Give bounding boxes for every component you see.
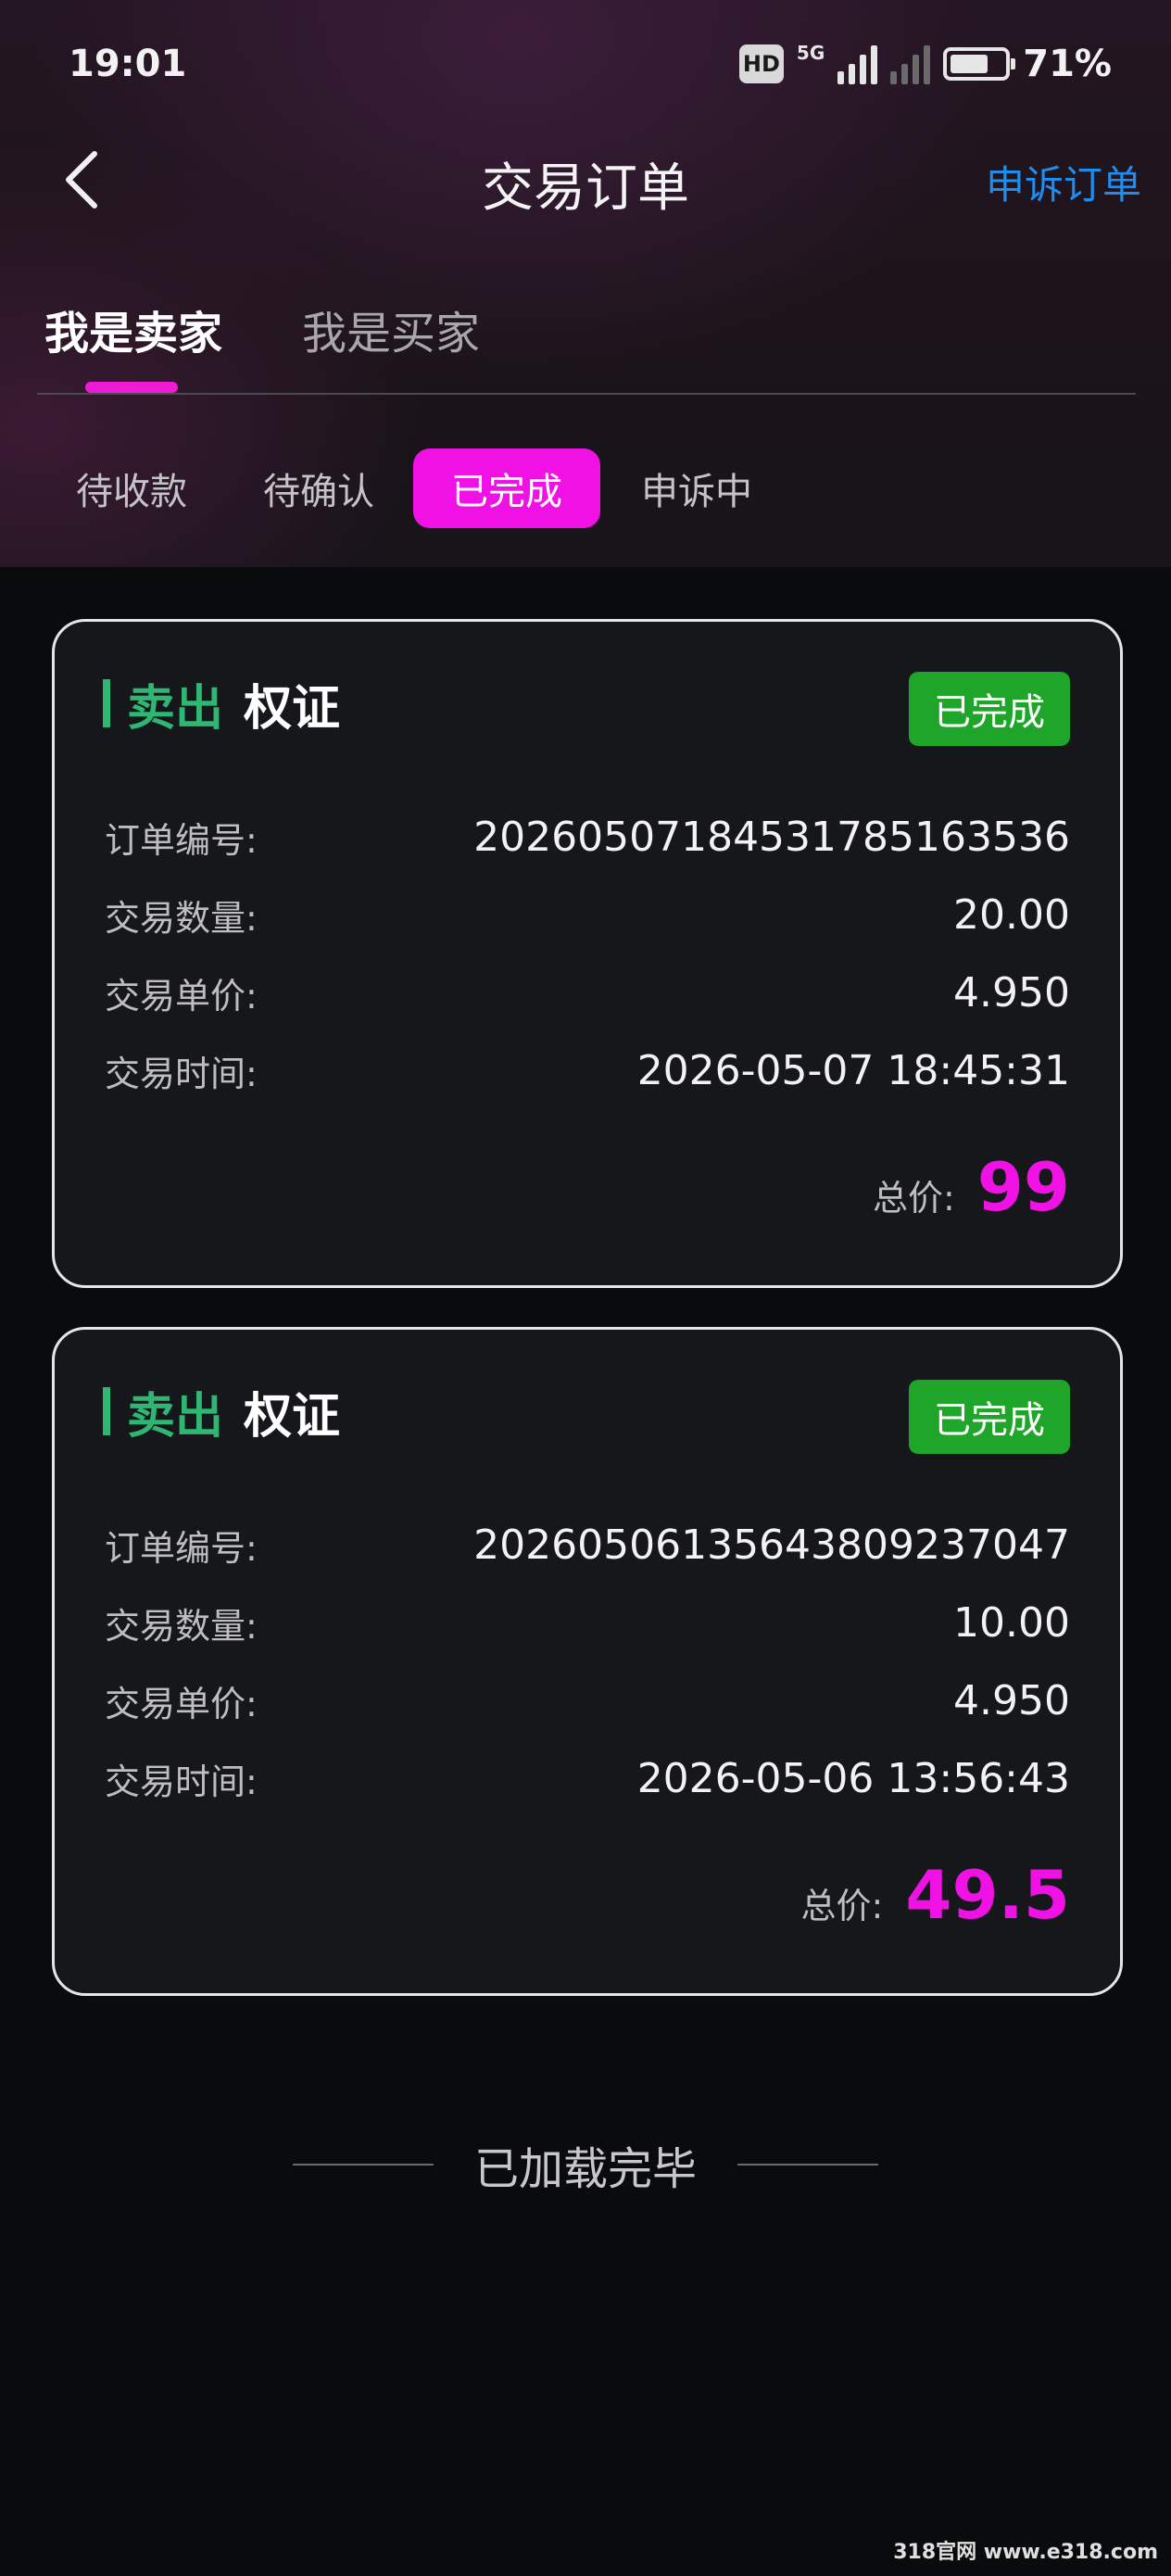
- order-no-value: 20260507184531785163536: [473, 813, 1070, 861]
- total-price: 总价: 99: [873, 1148, 1070, 1226]
- battery-percent: 71%: [1023, 43, 1112, 85]
- status-badge: 已完成: [909, 672, 1070, 746]
- tab-completed[interactable]: 已完成: [413, 448, 600, 528]
- title-accent-bar: [103, 1387, 110, 1435]
- order-card[interactable]: 卖出 权证 已完成 订单编号: 20260506135643809237047 …: [52, 1327, 1123, 1996]
- status-indicators: HD 5G 71%: [738, 41, 1112, 87]
- tab-seller[interactable]: 我是卖家: [44, 297, 222, 361]
- signal-strength-icon: [837, 44, 878, 84]
- network-type: 5G: [796, 42, 825, 64]
- quantity-row: 交易数量: 10.00: [105, 1595, 1070, 1650]
- status-badge: 已完成: [909, 1380, 1070, 1454]
- list-end-indicator: 已加载完毕: [0, 2128, 1171, 2202]
- quantity-label: 交易数量:: [105, 897, 258, 939]
- time-row: 交易时间: 2026-05-07 18:45:31: [105, 1042, 1070, 1098]
- secondary-signal-icon: [890, 44, 931, 84]
- total-label: 总价:: [872, 1178, 955, 1219]
- time-label: 交易时间:: [105, 1761, 258, 1802]
- total-label: 总价:: [800, 1886, 884, 1926]
- title-accent-bar: [103, 679, 110, 727]
- time-value: 2026-05-06 13:56:43: [636, 1754, 1070, 1802]
- status-bar: 19:01 HD 5G 71%: [0, 0, 1171, 130]
- order-side: 卖出: [127, 680, 224, 737]
- battery-level: [951, 55, 988, 73]
- total-price: 总价: 49.5: [801, 1856, 1070, 1934]
- unit-price-row: 交易单价: 4.950: [105, 1673, 1070, 1728]
- tab-pending-confirm[interactable]: 待确认: [245, 448, 393, 528]
- order-no-value: 20260506135643809237047: [473, 1521, 1070, 1569]
- app-header: 交易订单 申诉订单: [0, 130, 1171, 232]
- order-side: 卖出: [127, 1388, 224, 1445]
- divider-line-right: [737, 2164, 878, 2166]
- quantity-value: 10.00: [953, 1598, 1070, 1647]
- order-asset: 权证: [244, 1388, 341, 1445]
- time-label: 交易时间:: [105, 1053, 258, 1094]
- time-row: 交易时间: 2026-05-06 13:56:43: [105, 1750, 1070, 1806]
- total-value: 99: [976, 1148, 1070, 1226]
- status-filter-tabs: 待收款 待确认 已完成 申诉中: [0, 448, 1171, 532]
- order-asset: 权证: [244, 680, 341, 737]
- order-no-label: 订单编号:: [105, 819, 258, 861]
- order-no-row: 订单编号: 20260507184531785163536: [105, 809, 1070, 865]
- order-title: 卖出 权证: [103, 676, 340, 737]
- tab-divider: [37, 393, 1136, 395]
- battery-icon: [943, 47, 1016, 81]
- tab-pending-payment[interactable]: 待收款: [57, 448, 206, 528]
- appeal-orders-link[interactable]: 申诉订单: [986, 154, 1141, 210]
- unit-price-value: 4.950: [953, 968, 1070, 1017]
- list-end-text: 已加载完毕: [473, 2143, 697, 2195]
- order-card[interactable]: 卖出 权证 已完成 订单编号: 20260507184531785163536 …: [52, 619, 1123, 1288]
- role-tabs: 我是卖家 我是买家: [0, 278, 1171, 398]
- quantity-row: 交易数量: 20.00: [105, 887, 1070, 942]
- quantity-value: 20.00: [953, 890, 1070, 939]
- unit-price-row: 交易单价: 4.950: [105, 965, 1070, 1020]
- watermark: 318官网 www.e318.com: [893, 2541, 1158, 2564]
- total-value: 49.5: [905, 1856, 1070, 1934]
- hd-icon: HD: [738, 44, 784, 83]
- unit-price-label: 交易单价:: [105, 975, 258, 1017]
- order-title: 卖出 权证: [103, 1383, 340, 1445]
- status-time: 19:01: [69, 43, 187, 85]
- quantity-label: 交易数量:: [105, 1605, 258, 1647]
- order-no-label: 订单编号:: [105, 1527, 258, 1569]
- unit-price-value: 4.950: [953, 1676, 1070, 1724]
- time-value: 2026-05-07 18:45:31: [636, 1046, 1070, 1094]
- order-no-row: 订单编号: 20260506135643809237047: [105, 1517, 1070, 1572]
- divider-line-left: [292, 2164, 434, 2166]
- tab-in-appeal[interactable]: 申诉中: [623, 448, 771, 528]
- active-tab-indicator: [85, 382, 178, 393]
- tab-buyer[interactable]: 我是买家: [302, 297, 480, 361]
- unit-price-label: 交易单价:: [105, 1683, 258, 1724]
